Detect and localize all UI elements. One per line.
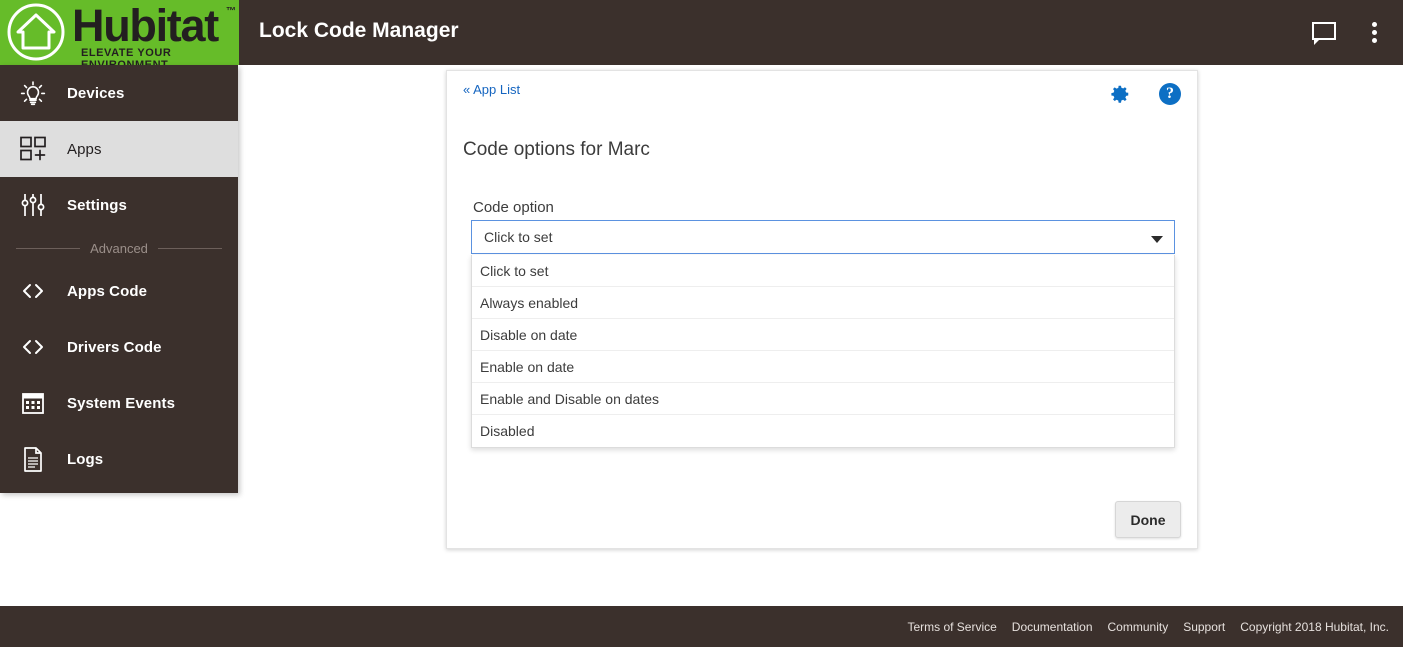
dropdown-option[interactable]: Always enabled xyxy=(472,287,1174,319)
lightbulb-icon xyxy=(12,77,54,109)
card-toolbar: ? xyxy=(1109,83,1181,105)
more-vertical-icon xyxy=(1372,19,1377,46)
brand-trademark: ™ xyxy=(226,6,236,17)
dropdown-option[interactable]: Disabled xyxy=(472,415,1174,447)
footer-links: Terms of Service Documentation Community… xyxy=(907,606,1389,647)
done-button[interactable]: Done xyxy=(1115,501,1181,538)
dropdown-option[interactable]: Click to set xyxy=(472,255,1174,287)
chevron-down-icon xyxy=(1151,236,1163,243)
footer-link-community[interactable]: Community xyxy=(1108,620,1169,634)
sliders-icon xyxy=(12,189,54,221)
page-title: Lock Code Manager xyxy=(259,19,459,43)
chat-bubble-icon xyxy=(1312,22,1336,44)
sidebar-item-system-events[interactable]: System Events xyxy=(0,375,238,431)
gear-icon[interactable] xyxy=(1109,83,1131,105)
footer-bar: Terms of Service Documentation Community… xyxy=(0,606,1403,647)
sidebar-item-label: Devices xyxy=(67,85,124,102)
dropdown-option[interactable]: Disable on date xyxy=(472,319,1174,351)
page-root: Hubitat ™ ELEVATE YOUR ENVIRONMENT Lock … xyxy=(0,0,1403,647)
sidebar-item-label: Apps xyxy=(67,141,102,158)
footer-link-terms[interactable]: Terms of Service xyxy=(907,620,996,634)
brand-name: Hubitat xyxy=(72,2,218,50)
sidebar-item-label: Drivers Code xyxy=(67,339,162,356)
dropdown-option[interactable]: Enable and Disable on dates xyxy=(472,383,1174,415)
code-option-dropdown-list: Click to set Always enabled Disable on d… xyxy=(471,255,1175,448)
help-circle-icon[interactable]: ? xyxy=(1159,83,1181,105)
code-option-selected-value: Click to set xyxy=(484,229,552,245)
sidebar: Devices Apps xyxy=(0,65,238,493)
brand-tagline: ELEVATE YOUR ENVIRONMENT xyxy=(81,47,239,65)
sidebar-item-label: Logs xyxy=(67,451,103,468)
code-option-select[interactable]: Click to set xyxy=(471,220,1175,254)
apps-grid-plus-icon xyxy=(12,133,54,165)
calendar-icon xyxy=(12,387,54,419)
code-brackets-icon xyxy=(12,331,54,363)
code-option-label: Code option xyxy=(473,199,554,216)
sidebar-item-drivers-code[interactable]: Drivers Code xyxy=(0,319,238,375)
sidebar-item-logs[interactable]: Logs xyxy=(0,431,238,487)
footer-link-documentation[interactable]: Documentation xyxy=(1012,620,1093,634)
sidebar-item-label: Settings xyxy=(67,197,127,214)
document-lines-icon xyxy=(12,443,54,475)
divider-line-left xyxy=(16,248,80,249)
sidebar-item-settings[interactable]: Settings xyxy=(0,177,238,233)
overflow-menu-button[interactable] xyxy=(1357,16,1391,50)
sidebar-divider-advanced: Advanced xyxy=(0,233,238,263)
top-bar: Hubitat ™ ELEVATE YOUR ENVIRONMENT Lock … xyxy=(0,0,1403,65)
breadcrumb-app-list[interactable]: « App List xyxy=(463,82,520,97)
sidebar-item-label: Apps Code xyxy=(67,283,147,300)
top-bar-actions xyxy=(1307,0,1391,65)
sidebar-item-apps-code[interactable]: Apps Code xyxy=(0,263,238,319)
footer-link-support[interactable]: Support xyxy=(1183,620,1225,634)
sidebar-item-apps[interactable]: Apps xyxy=(0,121,238,177)
house-in-circle-icon xyxy=(5,1,67,63)
divider-line-right xyxy=(158,248,222,249)
code-brackets-icon xyxy=(12,275,54,307)
sidebar-item-label: System Events xyxy=(67,395,175,412)
footer-copyright: Copyright 2018 Hubitat, Inc. xyxy=(1240,620,1389,634)
content-card: « App List ? Code options for Marc Code … xyxy=(446,70,1198,549)
brand-logo[interactable]: Hubitat ™ ELEVATE YOUR ENVIRONMENT xyxy=(0,0,239,65)
divider-label: Advanced xyxy=(90,241,148,256)
sidebar-item-devices[interactable]: Devices xyxy=(0,65,238,121)
card-heading: Code options for Marc xyxy=(463,139,650,161)
dropdown-option[interactable]: Enable on date xyxy=(472,351,1174,383)
chat-button[interactable] xyxy=(1307,16,1341,50)
